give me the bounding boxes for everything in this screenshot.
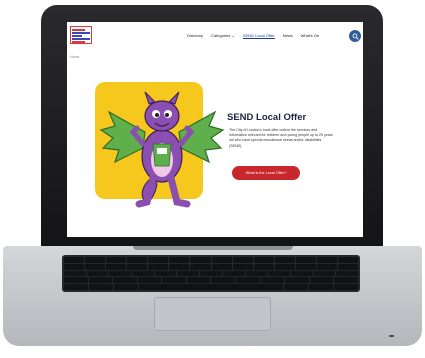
keyboard — [62, 255, 360, 292]
key-row — [64, 284, 358, 290]
key-row — [64, 277, 358, 284]
laptop-screen: Directory Categories ⌄ SEND Local Offer … — [67, 22, 363, 237]
nav-categories[interactable]: Categories ⌄ — [211, 33, 235, 39]
chevron-down-icon: ⌄ — [231, 33, 235, 38]
main-nav: Directory Categories ⌄ SEND Local Offer … — [187, 33, 327, 39]
status-light — [389, 335, 394, 337]
key-row — [64, 257, 359, 263]
hero-description: The City of London's local offer outline… — [229, 128, 333, 148]
laptop-hinge — [133, 246, 293, 250]
nav-news[interactable]: News — [283, 33, 293, 39]
nav-directory[interactable]: Directory — [187, 33, 203, 39]
key-row — [64, 270, 358, 277]
search-icon — [352, 33, 359, 40]
dragon-mascot-image — [99, 91, 225, 208]
site-logo[interactable] — [70, 26, 92, 44]
hero-title: SEND Local Offer — [227, 112, 307, 123]
local-offer-button[interactable]: What is the Local Offer? — [232, 166, 300, 180]
trackpad — [154, 297, 271, 331]
nav-whats-on[interactable]: What's On — [301, 33, 320, 39]
nav-send-local-offer[interactable]: SEND Local Offer — [242, 33, 275, 39]
breadcrumb[interactable]: Home — [70, 55, 79, 59]
key-row — [64, 263, 359, 270]
nav-categories-label: Categories — [211, 33, 231, 38]
search-button[interactable] — [349, 30, 361, 42]
